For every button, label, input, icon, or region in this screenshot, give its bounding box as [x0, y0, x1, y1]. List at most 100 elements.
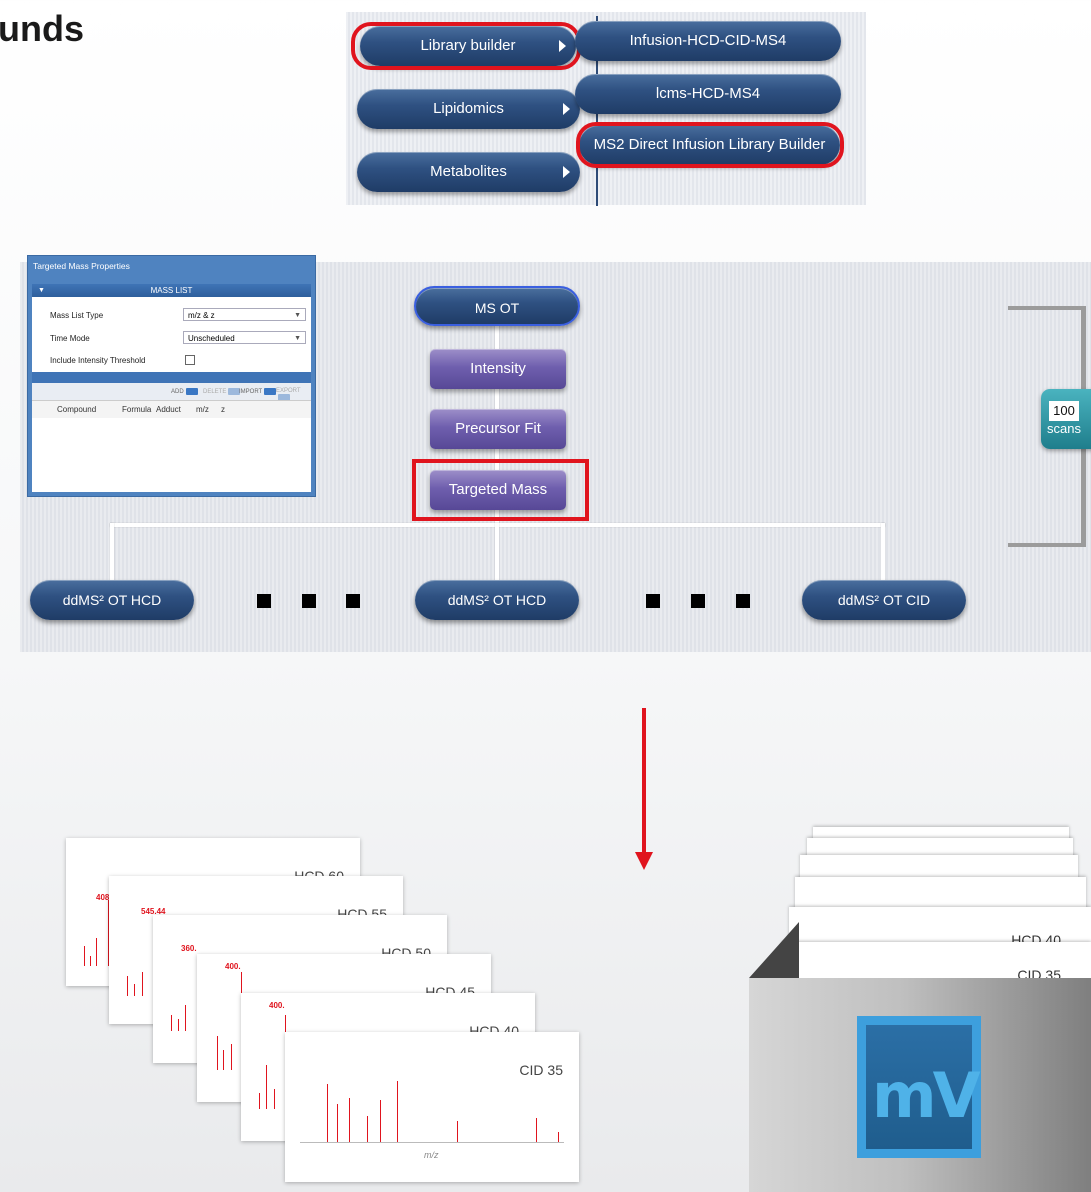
ellipsis-dot [646, 594, 660, 608]
highlight-box [412, 459, 589, 521]
caret-down-icon: ▼ [294, 312, 301, 319]
list-header-bar [32, 372, 311, 383]
chevron-right-icon [563, 103, 570, 115]
targeted-mass-properties-window: Targeted Mass Properties ▼ MASS LIST Mas… [27, 255, 316, 497]
submenu-item-lcms-hcd-ms4[interactable]: lcms-HCD-MS4 [575, 74, 841, 114]
menu-item-label: Metabolites [430, 163, 507, 180]
spectrum-peak [171, 1015, 172, 1031]
node-ddms2-ot-hcd-1[interactable]: ddMS² OT HCD [30, 580, 194, 620]
submenu-item-label: lcms-HCD-MS4 [655, 85, 761, 102]
time-mode-select[interactable]: Unscheduled ▼ [183, 331, 306, 344]
scans-count: 100 [1049, 401, 1079, 421]
node-precursor-fit[interactable]: Precursor Fit [430, 409, 566, 449]
property-grid: Mass List Type m/z & z ▼ Time Mode Unsch… [32, 297, 311, 372]
column-header[interactable]: m/z [196, 405, 209, 414]
highlight-ring [351, 22, 581, 70]
node-ms-ot[interactable]: MS OT [414, 286, 580, 326]
spectrum-peak [185, 1005, 186, 1031]
column-header[interactable]: Adduct [156, 405, 181, 414]
ellipsis-dot [346, 594, 360, 608]
axis-label: m/z [424, 1150, 439, 1160]
toolbar-label: DELETE [203, 389, 227, 396]
window-title: Targeted Mass Properties [33, 261, 130, 271]
bracket-line [1008, 543, 1086, 547]
logo-background: mV [866, 1025, 981, 1149]
ellipsis-dot [302, 594, 316, 608]
delete-button[interactable]: DELETE [203, 388, 241, 396]
column-header[interactable]: z [221, 405, 225, 414]
select-value: Unscheduled [188, 334, 235, 343]
box-flap [749, 922, 799, 978]
arrow-down-icon [635, 852, 653, 870]
spectrum-peak [231, 1044, 232, 1070]
spectrum-card: CID 35 m/z [285, 1032, 579, 1182]
spectrum-peak [134, 984, 135, 996]
section-title: MASS LIST [150, 286, 193, 295]
column-header[interactable]: Compound [57, 405, 96, 414]
spectrum-peak [337, 1104, 338, 1142]
submenu-item-label: Infusion-HCD-CID-MS4 [629, 32, 787, 49]
peak-label: 360. [181, 944, 197, 953]
spectrum-peak [367, 1116, 368, 1142]
property-label: Mass List Type [50, 311, 104, 320]
peak-label: 400. [225, 962, 241, 971]
node-label: Intensity [470, 360, 526, 377]
spectrum-peak [178, 1019, 179, 1031]
chevron-right-icon [563, 166, 570, 178]
spectrum-peak [274, 1089, 275, 1109]
mass-list-header: Compound Formula Adduct m/z z [32, 400, 311, 419]
spectrum-peak [457, 1121, 458, 1142]
library-card: HCD 40 [789, 907, 1091, 948]
menu-item-metabolites[interactable]: Metabolites [357, 152, 580, 192]
add-button[interactable]: ADD [171, 388, 198, 395]
logo-text: mV [872, 1059, 981, 1132]
node-intensity[interactable]: Intensity [430, 349, 566, 389]
toolbar-label: IMPORT [239, 389, 263, 396]
import-button[interactable]: IMPORT [239, 388, 277, 396]
spectrum-peak [127, 976, 128, 996]
ellipsis-dot [691, 594, 705, 608]
spectrum-axis [300, 1142, 564, 1143]
menu-item-lipidomics[interactable]: Lipidomics [357, 89, 580, 129]
spectrum-peak [397, 1081, 398, 1142]
node-ddms2-ot-cid[interactable]: ddMS² OT CID [802, 580, 966, 620]
spectrum-peak [259, 1093, 260, 1109]
add-icon [185, 388, 198, 395]
peak-label: 400. [269, 1001, 285, 1010]
section-header[interactable]: ▼ MASS LIST [32, 284, 311, 297]
caret-down-icon: ▼ [294, 335, 301, 342]
scans-unit: scans [1047, 421, 1081, 436]
spectrum-label: CID 35 [519, 1062, 563, 1078]
toolbar-label: ADD [171, 389, 184, 396]
select-value: m/z & z [188, 311, 215, 320]
spectrum-peak [349, 1098, 350, 1142]
mass-list-table [32, 418, 311, 492]
mass-frontier-logo: mV [857, 1016, 981, 1158]
node-ddms2-ot-hcd-2[interactable]: ddMS² OT HCD [415, 580, 579, 620]
ellipsis-dot [736, 594, 750, 608]
connector-line [110, 523, 114, 583]
property-label: Time Mode [50, 334, 90, 343]
spectrum-peak [266, 1065, 267, 1109]
intensity-threshold-checkbox[interactable] [185, 355, 195, 365]
spectrum-peak [217, 1036, 218, 1070]
submenu-item-infusion-hcd-cid-ms4[interactable]: Infusion-HCD-CID-MS4 [575, 21, 841, 61]
flow-arrow [642, 708, 646, 856]
mass-list-toolbar: ADD DELETE IMPORT EXPORT [32, 383, 311, 401]
collapse-icon[interactable]: ▼ [38, 284, 45, 297]
spectrum-peak [380, 1100, 381, 1142]
mass-list-type-select[interactable]: m/z & z ▼ [183, 308, 306, 321]
spectrum-peak [84, 946, 85, 966]
library-card: CID 35 [782, 942, 1091, 983]
bracket-line [1008, 306, 1086, 310]
highlight-ring [576, 122, 844, 168]
column-header[interactable]: Formula [122, 405, 151, 414]
spectrum-peak [90, 956, 91, 966]
node-label: ddMS² OT HCD [62, 592, 162, 608]
spectrum-peak [327, 1084, 328, 1142]
node-label: ddMS² OT HCD [447, 592, 547, 608]
page-title: unds [0, 8, 84, 49]
spectrum-peak [223, 1050, 224, 1070]
import-icon [264, 388, 277, 395]
spectrum-peak [142, 972, 143, 996]
